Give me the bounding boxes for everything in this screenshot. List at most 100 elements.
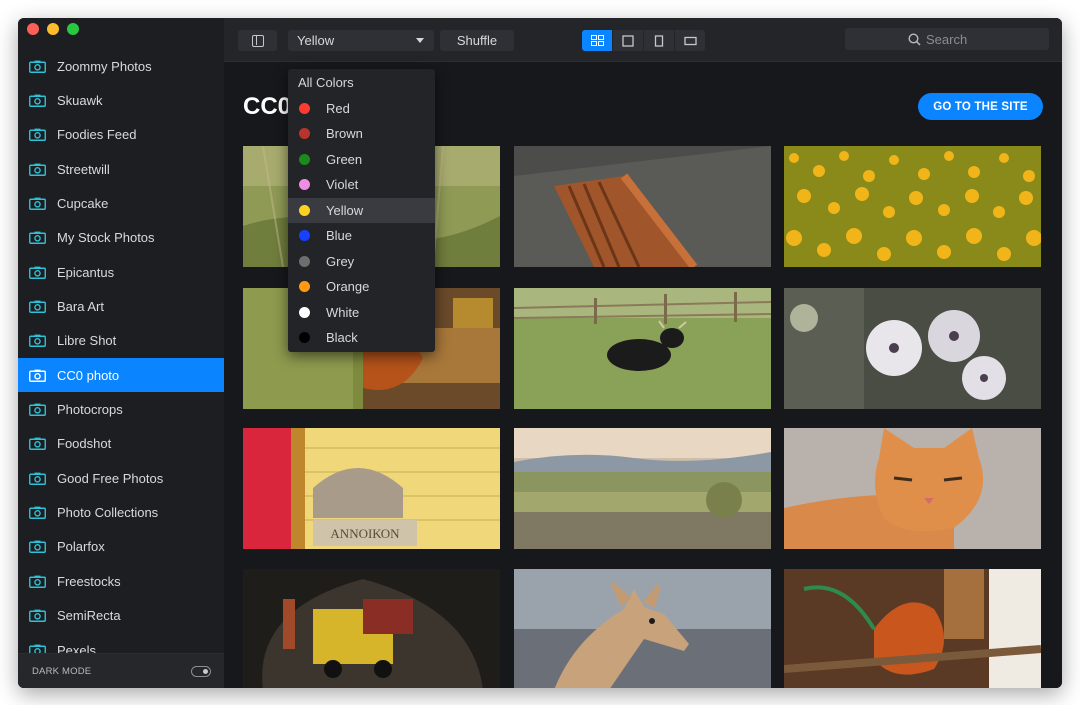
color-filter-select[interactable]: Yellow: [288, 30, 434, 51]
color-option-label: Grey: [326, 253, 355, 269]
search-box[interactable]: [845, 28, 1049, 50]
color-swatch-icon: [299, 153, 310, 165]
camera-icon: [29, 163, 46, 176]
color-option-yellow[interactable]: Yellow: [288, 197, 435, 223]
color-option-green[interactable]: Green: [288, 147, 435, 173]
app-window: Zoommy Photos Skuawk Foodies Feed Streetwil…: [18, 18, 1062, 688]
view-square-button[interactable]: [613, 30, 643, 51]
toolbar: Yellow Shuffle: [224, 18, 1062, 62]
photo-tile-mine-tunnel[interactable]: [243, 569, 500, 688]
camera-icon: [29, 575, 46, 588]
color-option-label: Black: [326, 330, 358, 346]
color-option-label: Green: [326, 151, 363, 167]
photo-tile-white-seed-heads[interactable]: [784, 288, 1041, 409]
sidebar-item-label: Freestocks: [57, 573, 121, 589]
color-option-violet[interactable]: Violet: [288, 172, 435, 198]
chevron-down-icon: [416, 38, 424, 43]
camera-icon: [29, 60, 46, 73]
sidebar-item-label: Skuawk: [57, 93, 103, 109]
color-filter-value: Yellow: [297, 33, 335, 48]
go-to-site-button[interactable]: GO TO THE SITE: [918, 93, 1043, 120]
color-option-label: Blue: [326, 228, 353, 244]
sidebar-item-label: My Stock Photos: [57, 230, 155, 246]
source-list: Zoommy Photos Skuawk Foodies Feed Streetwil…: [18, 49, 224, 653]
sidebar-item-foodies-feed[interactable]: Foodies Feed: [18, 118, 224, 152]
camera-icon: [29, 438, 46, 451]
photo-tile-yellow-flowers[interactable]: [784, 146, 1041, 267]
sidebar-item-epicantus[interactable]: Epicantus: [18, 255, 224, 289]
sidebar-item-label: Photo Collections: [57, 505, 159, 521]
sidebar-item-pexels[interactable]: Pexels: [18, 633, 224, 653]
sidebar-item-good-free-photos[interactable]: Good Free Photos: [18, 461, 224, 495]
view-portrait-button[interactable]: [644, 30, 674, 51]
sidebar-item-label: Photocrops: [57, 402, 123, 418]
sidebar-item-label: Foodshot: [57, 436, 112, 452]
camera-icon: [29, 197, 46, 210]
color-option-orange[interactable]: Orange: [288, 274, 435, 300]
close-window-button[interactable]: [27, 23, 39, 35]
color-swatch-icon: [299, 204, 310, 216]
search-icon: [908, 32, 921, 46]
sidebar-item-label: Libre Shot: [57, 333, 117, 349]
camera-icon: [29, 300, 46, 314]
zoom-window-button[interactable]: [67, 23, 79, 35]
window-controls: [27, 23, 79, 35]
sidebar-item-label: Foodies Feed: [57, 127, 137, 143]
sidebar-item-streetwill[interactable]: Streetwill: [18, 152, 224, 186]
color-option-label: Yellow: [326, 202, 364, 218]
sidebar-item-label: Pexels: [57, 642, 97, 653]
color-option-label: Orange: [326, 279, 370, 295]
color-option-red[interactable]: Red: [288, 96, 435, 122]
sidebar-item-photo-collections[interactable]: Photo Collections: [18, 495, 224, 529]
photo-tile-landscape-plain[interactable]: [514, 428, 771, 549]
sidebar: Zoommy Photos Skuawk Foodies Feed Streetwil…: [18, 18, 224, 688]
photo-tile-wooden-boat[interactable]: [514, 146, 771, 267]
color-swatch-icon: [299, 179, 310, 190]
color-option-white[interactable]: White: [288, 300, 435, 326]
color-option-brown[interactable]: Brown: [288, 121, 435, 147]
camera-icon: [29, 231, 46, 245]
photo-tile-yellow-wall-sign[interactable]: ΑΝΝΟΙΚΟΝ: [243, 428, 500, 549]
color-swatch-icon: [299, 281, 310, 292]
grid-view-icon: [590, 35, 604, 46]
sidebar-item-libre-shot[interactable]: Libre Shot: [18, 324, 224, 358]
color-swatch-icon: [299, 332, 310, 343]
color-option-all-colors[interactable]: All Colors: [288, 70, 435, 96]
shuffle-button[interactable]: Shuffle: [440, 30, 514, 51]
color-swatch-icon: [299, 255, 310, 267]
sidebar-item-cupcake[interactable]: Cupcake: [18, 186, 224, 220]
photo-tile-deer-fawn[interactable]: [514, 569, 771, 688]
photo-tile-ginger-cat[interactable]: [784, 428, 1041, 549]
sidebar-item-label: SemiRecta: [57, 608, 121, 624]
sidebar-item-label: Bara Art: [57, 299, 104, 315]
camera-icon: [29, 506, 46, 520]
sidebar-item-zoommy-photos[interactable]: Zoommy Photos: [18, 49, 224, 83]
view-landscape-button[interactable]: [675, 30, 705, 51]
sidebar-item-label: CC0 photo: [57, 367, 120, 383]
sidebar-item-cc0-photo[interactable]: CC0 photo: [18, 358, 224, 393]
color-option-black[interactable]: Black: [288, 325, 435, 351]
dark-mode-bar: DARK MODE: [18, 653, 224, 688]
sidebar-item-foodshot[interactable]: Foodshot: [18, 427, 224, 461]
photo-tile-squirrel-red[interactable]: [784, 569, 1041, 688]
sidebar-item-polarfox[interactable]: Polarfox: [18, 530, 224, 564]
camera-icon: [29, 644, 46, 653]
color-swatch-icon: [299, 306, 310, 318]
photo-tile-cow-in-field[interactable]: [514, 288, 771, 409]
search-input[interactable]: [926, 31, 986, 47]
dark-mode-toggle[interactable]: [191, 666, 211, 677]
camera-icon: [29, 94, 46, 107]
sidebar-item-freestocks[interactable]: Freestocks: [18, 564, 224, 598]
sidebar-item-skuawk[interactable]: Skuawk: [18, 83, 224, 117]
view-grid-button[interactable]: [582, 30, 612, 51]
color-option-blue[interactable]: Blue: [288, 223, 435, 249]
sidebar-item-bara-art[interactable]: Bara Art: [18, 289, 224, 323]
toggle-sidebar-button[interactable]: [238, 30, 277, 51]
sidebar-item-my-stock-photos[interactable]: My Stock Photos: [18, 221, 224, 255]
sidebar-item-photocrops[interactable]: Photocrops: [18, 392, 224, 426]
minimize-window-button[interactable]: [47, 23, 59, 35]
sidebar-item-semirecta[interactable]: SemiRecta: [18, 599, 224, 633]
view-mode-group: [582, 30, 706, 51]
color-option-grey[interactable]: Grey: [288, 249, 435, 275]
camera-icon: [29, 335, 46, 348]
